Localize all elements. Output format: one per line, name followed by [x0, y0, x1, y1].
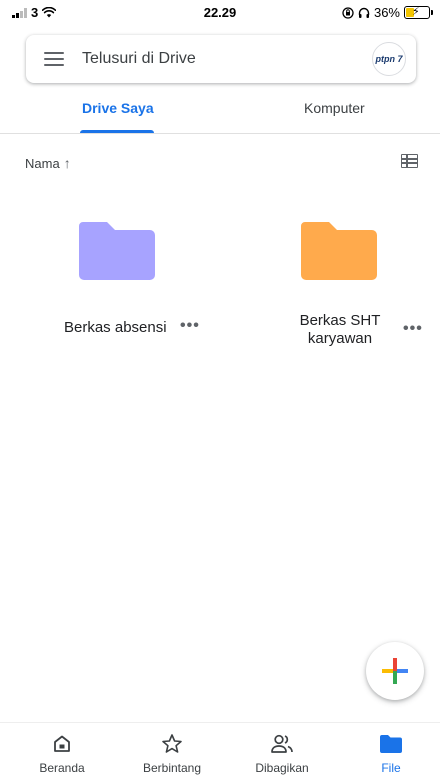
battery-percent: 36% [373, 5, 400, 20]
plus-icon [382, 658, 408, 684]
more-options-icon[interactable]: ••• [403, 320, 423, 338]
home-icon [54, 735, 70, 752]
arrow-up-icon: ↑ [63, 155, 71, 171]
nav-item-dibagikan[interactable]: Dibagikan [237, 731, 327, 775]
status-right: 36% ⚡ [342, 5, 433, 20]
nav-label: Dibagikan [255, 761, 309, 775]
nav-item-berbintang[interactable]: Berbintang [127, 731, 217, 775]
tab-komputer[interactable]: Komputer [304, 100, 365, 116]
folder-item-berkas-sht-karyawan[interactable] [301, 222, 377, 280]
status-bar: 3 22.29 36% ⚡ [0, 0, 440, 24]
tab-bar: Drive Saya Komputer [0, 96, 440, 134]
bottom-navigation: Beranda Berbintang Dibagikan File [0, 722, 440, 778]
avatar-logo-text: ptpn 7 [375, 54, 403, 64]
nav-item-file[interactable]: File [346, 731, 436, 775]
nav-label: Beranda [39, 761, 85, 775]
folder-icon [380, 735, 402, 753]
sort-label: Nama [25, 155, 60, 171]
folder-name: Berkas absensi [64, 319, 167, 336]
more-options-icon[interactable]: ••• [180, 317, 200, 335]
folder-item-berkas-absensi[interactable] [79, 222, 155, 280]
tab-drive-saya[interactable]: Drive Saya [82, 100, 154, 116]
folder-icon [301, 222, 377, 280]
folder-icon [79, 222, 155, 280]
charging-bolt-icon: ⚡ [412, 6, 420, 18]
folder-name-line-1: Berkas SHT [299, 312, 381, 329]
folder-name: Berkas SHT karyawan [285, 312, 395, 348]
avatar[interactable]: ptpn 7 [372, 42, 406, 76]
nav-label: Berbintang [142, 761, 202, 775]
nav-item-beranda[interactable]: Beranda [17, 731, 107, 775]
search-bar[interactable]: Telusuri di Drive ptpn 7 [26, 35, 416, 83]
new-button[interactable] [366, 642, 424, 700]
sort-control[interactable]: Nama ↑ [25, 155, 71, 171]
shared-people-icon [271, 734, 293, 753]
headphones-icon [358, 7, 370, 18]
menu-icon[interactable] [44, 52, 64, 66]
folder-name-line-2: karyawan [307, 330, 373, 347]
lock-rotation-icon [342, 6, 354, 19]
search-input[interactable]: Telusuri di Drive [82, 50, 372, 68]
tab-active-indicator [80, 130, 154, 133]
star-icon [162, 734, 182, 753]
list-view-icon[interactable] [401, 154, 418, 168]
battery-icon: ⚡ [404, 6, 433, 19]
nav-label: File [381, 761, 401, 775]
